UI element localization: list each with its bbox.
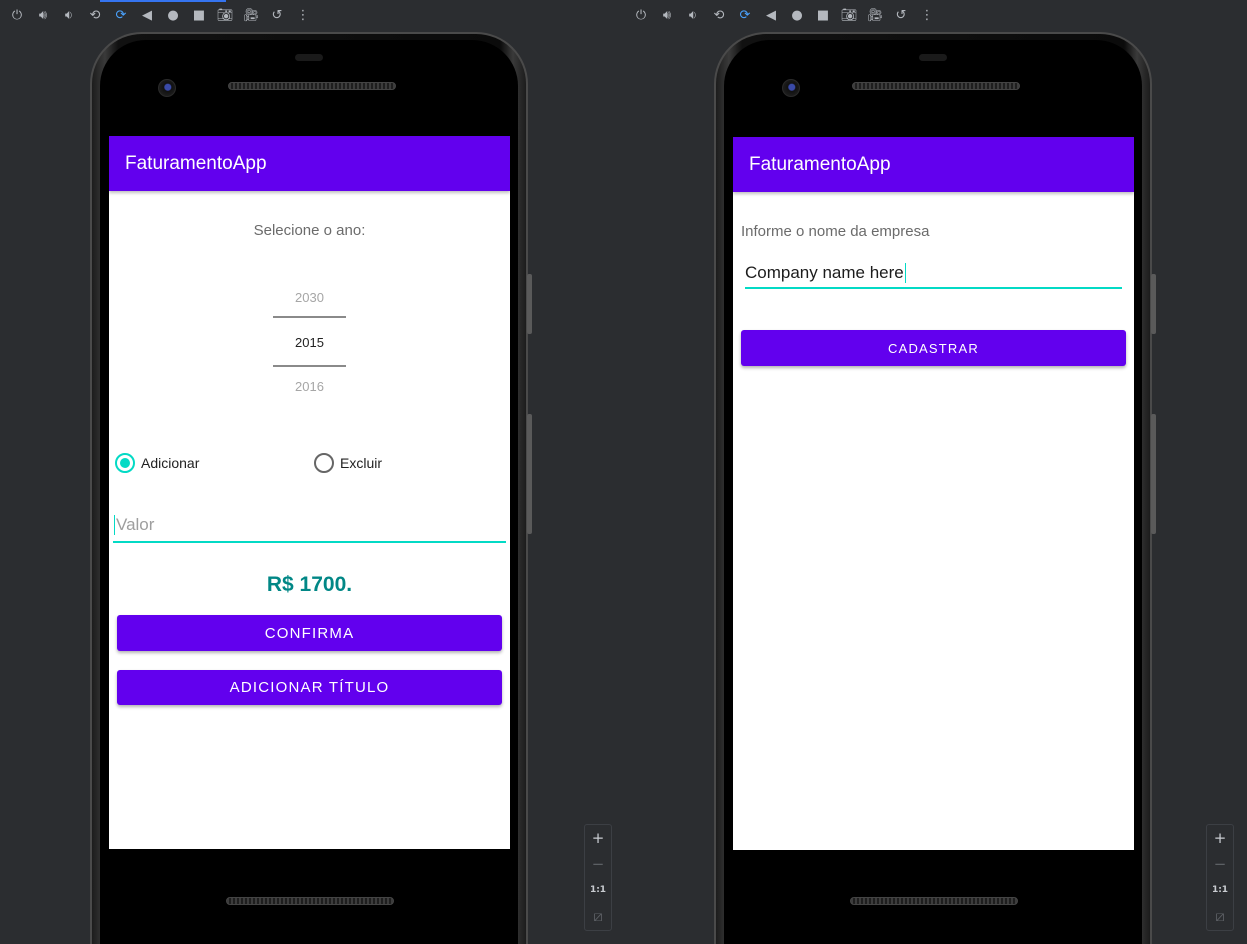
back-icon[interactable]: ◀ xyxy=(758,3,784,27)
emulator-toolbar: ⏻ 🔊︎ 🔉︎ ⟲ ⟳ ◀ ● ■ 📷︎ 🎥︎ ↺ ⋮ xyxy=(0,0,623,30)
volume-up-icon[interactable]: 🔊︎ xyxy=(30,3,56,27)
volume-up-icon[interactable]: 🔊︎ xyxy=(654,3,680,27)
app-screen: FaturamentoApp Selecione o ano: 2030 201… xyxy=(109,136,510,849)
side-button-power xyxy=(527,274,532,334)
add-title-button[interactable]: ADICIONAR TÍTULO xyxy=(117,670,502,705)
bottom-speaker xyxy=(850,897,1018,905)
picker-divider-bottom xyxy=(273,365,346,367)
side-button-volume xyxy=(527,414,532,534)
earpiece-speaker xyxy=(852,82,1020,90)
app-title: FaturamentoApp xyxy=(749,153,891,175)
home-icon[interactable]: ● xyxy=(160,3,186,27)
radio-checked-icon xyxy=(115,453,135,473)
year-picker-prev[interactable]: 2030 xyxy=(109,290,510,305)
app-bar: FaturamentoApp xyxy=(109,136,510,191)
zoom-out-icon[interactable]: − xyxy=(585,851,611,877)
zoom-actual-size[interactable]: 1:1 xyxy=(1207,877,1233,903)
company-name-value: Company name here xyxy=(745,263,904,282)
zoom-fit-icon[interactable]: ⧄ xyxy=(585,903,611,929)
history-icon[interactable]: ↺ xyxy=(888,3,914,27)
radio-excluir[interactable]: Excluir xyxy=(314,453,382,473)
phone-frame: FaturamentoApp Informe o nome da empresa… xyxy=(714,32,1156,944)
emulator-pane-left: ⏻ 🔊︎ 🔉︎ ⟲ ⟳ ◀ ● ■ 📷︎ 🎥︎ ↺ ⋮ FaturamentoA… xyxy=(0,0,623,944)
year-label: Selecione o ano: xyxy=(253,222,366,239)
camera-icon[interactable]: 📷︎ xyxy=(836,3,862,27)
amount-display: R$ 1700. xyxy=(266,573,353,596)
power-icon[interactable]: ⏻ xyxy=(4,3,30,27)
home-icon[interactable]: ● xyxy=(784,3,810,27)
video-icon[interactable]: 🎥︎ xyxy=(862,3,888,27)
volume-down-icon[interactable]: 🔉︎ xyxy=(56,3,82,27)
more-icon[interactable]: ⋮ xyxy=(290,3,316,27)
power-icon[interactable]: ⏻ xyxy=(628,3,654,27)
side-button-power xyxy=(1151,274,1156,334)
toolbar-active-indicator xyxy=(100,0,226,2)
earpiece-speaker xyxy=(228,82,396,90)
value-placeholder: Valor xyxy=(116,514,155,534)
more-icon[interactable]: ⋮ xyxy=(914,3,940,27)
radio-adicionar-label: Adicionar xyxy=(141,455,200,471)
overview-icon[interactable]: ■ xyxy=(810,3,836,27)
confirm-button[interactable]: CONFIRMA xyxy=(117,615,502,651)
back-icon[interactable]: ◀ xyxy=(134,3,160,27)
history-icon[interactable]: ↺ xyxy=(264,3,290,27)
overview-icon[interactable]: ■ xyxy=(186,3,212,27)
year-picker-next[interactable]: 2016 xyxy=(109,379,510,394)
camera-icon[interactable]: 📷︎ xyxy=(212,3,238,27)
rotate-right-icon[interactable]: ⟳ xyxy=(108,3,134,27)
zoom-in-icon[interactable]: + xyxy=(1207,825,1233,851)
company-label: Informe o nome da empresa xyxy=(741,223,930,240)
emulator-pane-right: ⏻ 🔊︎ 🔉︎ ⟲ ⟳ ◀ ● ■ 📷︎ 🎥︎ ↺ ⋮ FaturamentoA… xyxy=(624,0,1247,944)
text-cursor xyxy=(114,514,115,535)
app-bar: FaturamentoApp xyxy=(733,137,1134,192)
side-button-volume xyxy=(1151,414,1156,534)
zoom-controls: + − 1:1 ⧄ xyxy=(1206,824,1234,931)
front-camera-icon xyxy=(158,79,176,97)
emulator-toolbar: ⏻ 🔊︎ 🔉︎ ⟲ ⟳ ◀ ● ■ 📷︎ 🎥︎ ↺ ⋮ xyxy=(624,0,1247,30)
top-slot xyxy=(295,54,323,61)
radio-unchecked-icon xyxy=(314,453,334,473)
rotate-right-icon[interactable]: ⟳ xyxy=(732,3,758,27)
volume-down-icon[interactable]: 🔉︎ xyxy=(680,3,706,27)
video-icon[interactable]: 🎥︎ xyxy=(238,3,264,27)
rotate-left-icon[interactable]: ⟲ xyxy=(706,3,732,27)
zoom-actual-size[interactable]: 1:1 xyxy=(585,877,611,903)
year-picker-selected[interactable]: 2015 xyxy=(109,335,510,350)
text-cursor xyxy=(904,263,906,283)
radio-excluir-label: Excluir xyxy=(340,455,383,471)
zoom-in-icon[interactable]: + xyxy=(585,825,611,851)
zoom-fit-icon[interactable]: ⧄ xyxy=(1207,903,1233,929)
bottom-speaker xyxy=(226,897,394,905)
radio-adicionar[interactable]: Adicionar xyxy=(115,453,199,473)
register-button[interactable]: CADASTRAR xyxy=(741,330,1126,366)
value-input[interactable]: Valor xyxy=(113,508,506,543)
zoom-out-icon[interactable]: − xyxy=(1207,851,1233,877)
phone-frame: FaturamentoApp Selecione o ano: 2030 201… xyxy=(90,32,532,944)
rotate-left-icon[interactable]: ⟲ xyxy=(82,3,108,27)
app-title: FaturamentoApp xyxy=(125,152,267,174)
app-screen: FaturamentoApp Informe o nome da empresa… xyxy=(733,137,1134,850)
top-slot xyxy=(919,54,947,61)
company-name-input[interactable]: Company name here xyxy=(745,259,1122,289)
picker-divider-top xyxy=(273,316,346,318)
zoom-controls: + − 1:1 ⧄ xyxy=(584,824,612,931)
front-camera-icon xyxy=(782,79,800,97)
